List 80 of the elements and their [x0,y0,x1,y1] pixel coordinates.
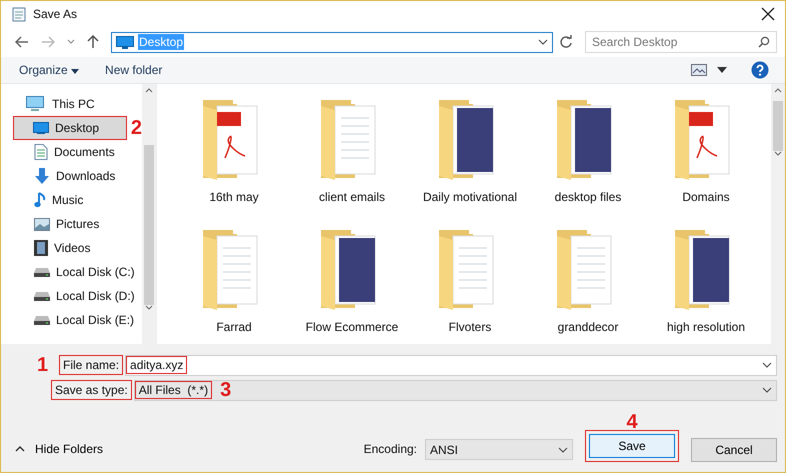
folder-item[interactable]: Farrad [175,228,293,344]
sidebar-item[interactable]: Local Disk (E:) [1,308,142,332]
window-title: Save As [33,7,78,22]
callout-number: 4 [626,412,638,432]
file-type-dropdown[interactable]: All Files (*.*) 3 [134,380,777,400]
drive-icon [34,291,50,301]
folder-item[interactable]: 16th may [175,98,293,222]
field-label: Save as type: [51,380,132,400]
chevron-down-icon[interactable] [762,387,772,393]
chevron-down-icon[interactable] [558,446,568,452]
drive-icon [34,267,50,277]
dropdown-triangle-icon [71,69,80,74]
close-icon[interactable] [761,7,775,22]
folder-name: client emails [318,190,386,204]
sidebar-item[interactable]: Music [1,188,142,212]
monitor-icon [116,36,134,49]
sidebar-item[interactable]: This PC [1,92,142,116]
picture-icon [34,218,50,230]
folder-name: 16th may [208,190,260,204]
sidebar-item[interactable]: Local Disk (D:) [1,284,142,308]
refresh-icon[interactable] [559,35,573,50]
up-arrow-icon[interactable] [87,35,99,50]
scroll-up-icon[interactable] [145,88,153,93]
monitor-icon [33,122,49,134]
folder-item[interactable]: granddecor [529,228,647,344]
notepad-icon [11,6,27,22]
cancel-button[interactable]: Cancel [691,438,777,462]
film-icon [34,240,48,256]
callout-number: 2 [130,118,142,138]
dropdown-triangle-icon[interactable] [717,67,727,74]
scroll-up-icon[interactable] [774,88,782,93]
document-icon [34,144,48,160]
sidebar-item[interactable]: Downloads [1,164,142,188]
hide-folders-button[interactable]: Hide Folders [9,438,110,460]
view-icon[interactable] [691,64,707,76]
music-note-icon [34,192,46,208]
sidebar-item[interactable]: Documents [1,140,142,164]
sidebar-item[interactable]: Videos [1,236,142,260]
chevron-up-icon [15,446,25,452]
folder-item[interactable]: Daily motivational [411,98,529,222]
folder-item[interactable]: Domains [647,98,765,222]
folder-name: Farrad [215,320,253,334]
encoding-dropdown[interactable]: ANSI [425,439,573,460]
field-label: File name: [59,355,124,375]
folder-item[interactable]: high resolution [647,228,765,344]
search-icon [758,36,770,48]
search-field[interactable]: Search Desktop [585,31,777,54]
scroll-thumb[interactable] [773,101,783,151]
folder-name: granddecor [556,320,620,334]
scroll-down-icon[interactable] [774,151,782,156]
chevron-down-icon[interactable] [762,362,772,368]
back-arrow-icon[interactable] [15,36,29,48]
help-icon[interactable] [751,61,769,80]
callout-number: 3 [220,380,232,400]
drive-icon [34,315,50,325]
sidebar-item[interactable]: Pictures [1,212,142,236]
scroll-thumb[interactable] [144,145,154,305]
folder-item[interactable]: Flow Ecommerce [293,228,411,344]
scrollbar[interactable] [142,84,156,344]
organize-menu[interactable]: Organize [11,59,88,82]
folder-item[interactable]: Flvoters [411,228,529,344]
computer-icon [26,96,44,112]
folder-name: Daily motivational [422,190,518,204]
scroll-down-icon[interactable] [145,305,153,310]
folder-name: Domains [681,190,731,204]
encoding-label: Encoding: [364,442,417,456]
file-name-field[interactable]: aditya.xyz [125,354,777,376]
sidebar-item[interactable]: Local Disk (C:) [1,260,142,284]
folder-name: Flow Ecommerce [304,320,400,334]
scrollbar[interactable] [771,84,785,344]
folder-name: Flvoters [448,320,492,334]
new-folder-button[interactable]: New folder [97,59,170,82]
folder-name: desktop files [554,190,622,204]
folder-name: high resolution [666,320,746,334]
callout-number: 1 [37,355,50,375]
folder-item[interactable]: client emails [293,98,411,222]
sidebar-item[interactable]: Desktop [13,116,127,140]
down-arrow-icon [34,168,50,184]
chevron-down-icon[interactable] [538,39,548,46]
folder-item[interactable]: desktop files [529,98,647,222]
